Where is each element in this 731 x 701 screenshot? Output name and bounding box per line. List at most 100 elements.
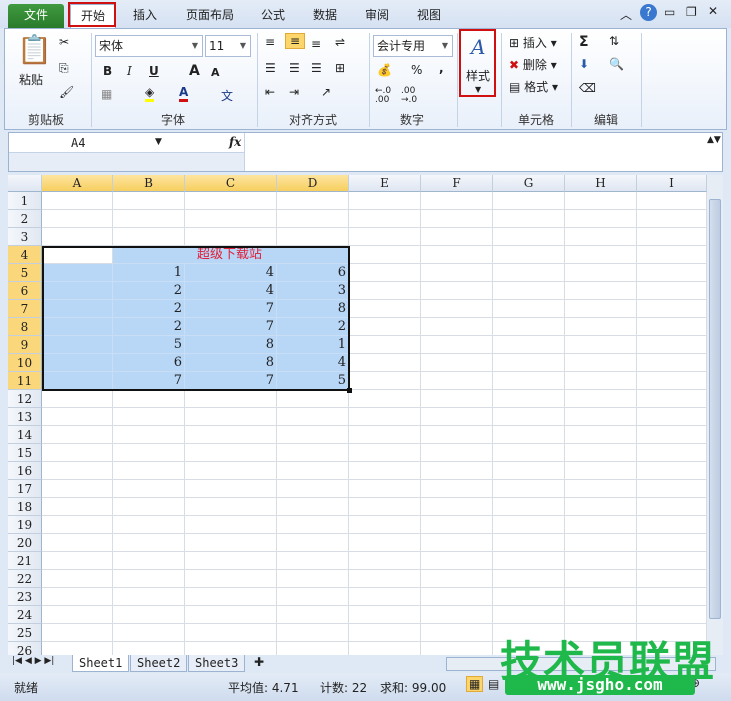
row-header-5[interactable]: 5 (8, 264, 42, 282)
cell-C24[interactable] (185, 606, 277, 624)
row-header-10[interactable]: 10 (8, 354, 42, 372)
cell-C21[interactable] (185, 552, 277, 570)
cell-F25[interactable] (421, 624, 493, 642)
cell-I16[interactable] (637, 462, 707, 480)
help-icon[interactable]: ? (640, 4, 657, 21)
cell-I15[interactable] (637, 444, 707, 462)
cell-C16[interactable] (185, 462, 277, 480)
cell-C18[interactable] (185, 498, 277, 516)
page-layout-view-icon[interactable]: ▤ (488, 677, 499, 691)
cell-E13[interactable] (349, 408, 421, 426)
row-header-22[interactable]: 22 (8, 570, 42, 588)
cell-H24[interactable] (565, 606, 637, 624)
row-header-19[interactable]: 19 (8, 516, 42, 534)
vertical-scrollbar[interactable] (707, 175, 723, 657)
cell-C14[interactable] (185, 426, 277, 444)
cell-H2[interactable] (565, 210, 637, 228)
cell-F11[interactable] (421, 372, 493, 390)
column-header-H[interactable]: H (565, 175, 637, 192)
cell-D19[interactable] (277, 516, 349, 534)
cell-F24[interactable] (421, 606, 493, 624)
cell-H18[interactable] (565, 498, 637, 516)
cell-F10[interactable] (421, 354, 493, 372)
percent-button[interactable]: % (411, 63, 422, 77)
cell-G13[interactable] (493, 408, 565, 426)
find-select-icon[interactable]: 🔍 (609, 57, 624, 71)
paste-icon[interactable]: 📋 (17, 33, 52, 66)
autosum-button[interactable]: Σ (579, 34, 589, 50)
cell-E1[interactable] (349, 192, 421, 210)
row-header-3[interactable]: 3 (8, 228, 42, 246)
cell-E20[interactable] (349, 534, 421, 552)
insert-sheet-icon[interactable]: ✚ (254, 655, 264, 669)
cell-G3[interactable] (493, 228, 565, 246)
cell-E25[interactable] (349, 624, 421, 642)
cell-D22[interactable] (277, 570, 349, 588)
cell-F1[interactable] (421, 192, 493, 210)
row-header-15[interactable]: 15 (8, 444, 42, 462)
format-cells-button[interactable]: ▤ 格式 ▾ (509, 78, 558, 95)
cell-H12[interactable] (565, 390, 637, 408)
cell-A18[interactable] (42, 498, 113, 516)
cell-H15[interactable] (565, 444, 637, 462)
minimize-icon[interactable]: ▭ (664, 5, 675, 19)
cell-E24[interactable] (349, 606, 421, 624)
cell-F17[interactable] (421, 480, 493, 498)
align-left-icon[interactable]: ☰ (265, 61, 276, 75)
cell-E2[interactable] (349, 210, 421, 228)
cell-B19[interactable] (113, 516, 185, 534)
font-color-button[interactable]: A (179, 85, 189, 102)
cell-H16[interactable] (565, 462, 637, 480)
cell-I4[interactable] (637, 246, 707, 264)
cell-H19[interactable] (565, 516, 637, 534)
wrap-text-icon[interactable]: ⇌ (335, 35, 345, 49)
cell-B12[interactable] (113, 390, 185, 408)
cell-A14[interactable] (42, 426, 113, 444)
cell-E14[interactable] (349, 426, 421, 444)
sheet-tab-1[interactable]: Sheet1 (72, 655, 130, 672)
row-header-9[interactable]: 9 (8, 336, 42, 354)
cell-G1[interactable] (493, 192, 565, 210)
align-center-icon[interactable]: ☰ (289, 61, 300, 75)
align-top-icon[interactable]: ≡ (265, 35, 275, 49)
row-header-24[interactable]: 24 (8, 606, 42, 624)
cell-I10[interactable] (637, 354, 707, 372)
restore-icon[interactable]: ❐ (686, 5, 697, 19)
cell-D16[interactable] (277, 462, 349, 480)
cell-E16[interactable] (349, 462, 421, 480)
cell-G20[interactable] (493, 534, 565, 552)
comma-button[interactable]: , (439, 61, 444, 75)
cell-G22[interactable] (493, 570, 565, 588)
cell-B20[interactable] (113, 534, 185, 552)
cell-E7[interactable] (349, 300, 421, 318)
cell-I3[interactable] (637, 228, 707, 246)
cell-E12[interactable] (349, 390, 421, 408)
cell-F20[interactable] (421, 534, 493, 552)
row-header-1[interactable]: 1 (8, 192, 42, 210)
align-bottom-icon[interactable]: ≡ (311, 37, 321, 51)
cell-A3[interactable] (42, 228, 113, 246)
decrease-indent-icon[interactable]: ⇤ (265, 85, 275, 99)
cell-B13[interactable] (113, 408, 185, 426)
cell-B16[interactable] (113, 462, 185, 480)
cell-G6[interactable] (493, 282, 565, 300)
grow-font-button[interactable]: A (189, 63, 200, 79)
sheet-nav-arrows-icon[interactable]: |◀ ◀ ▶ ▶| (12, 656, 54, 666)
align-middle-icon[interactable]: ≡ (285, 33, 306, 49)
cell-A23[interactable] (42, 588, 113, 606)
cell-I17[interactable] (637, 480, 707, 498)
cell-G9[interactable] (493, 336, 565, 354)
row-header-11[interactable]: 11 (8, 372, 42, 390)
cell-G21[interactable] (493, 552, 565, 570)
row-header-7[interactable]: 7 (8, 300, 42, 318)
cell-H1[interactable] (565, 192, 637, 210)
cell-G16[interactable] (493, 462, 565, 480)
normal-view-icon[interactable]: ▦ (466, 676, 484, 692)
cell-G11[interactable] (493, 372, 565, 390)
cell-H20[interactable] (565, 534, 637, 552)
cell-F23[interactable] (421, 588, 493, 606)
cell-D14[interactable] (277, 426, 349, 444)
minimize-ribbon-icon[interactable]: ︿ (620, 6, 632, 23)
cell-D13[interactable] (277, 408, 349, 426)
cell-B3[interactable] (113, 228, 185, 246)
